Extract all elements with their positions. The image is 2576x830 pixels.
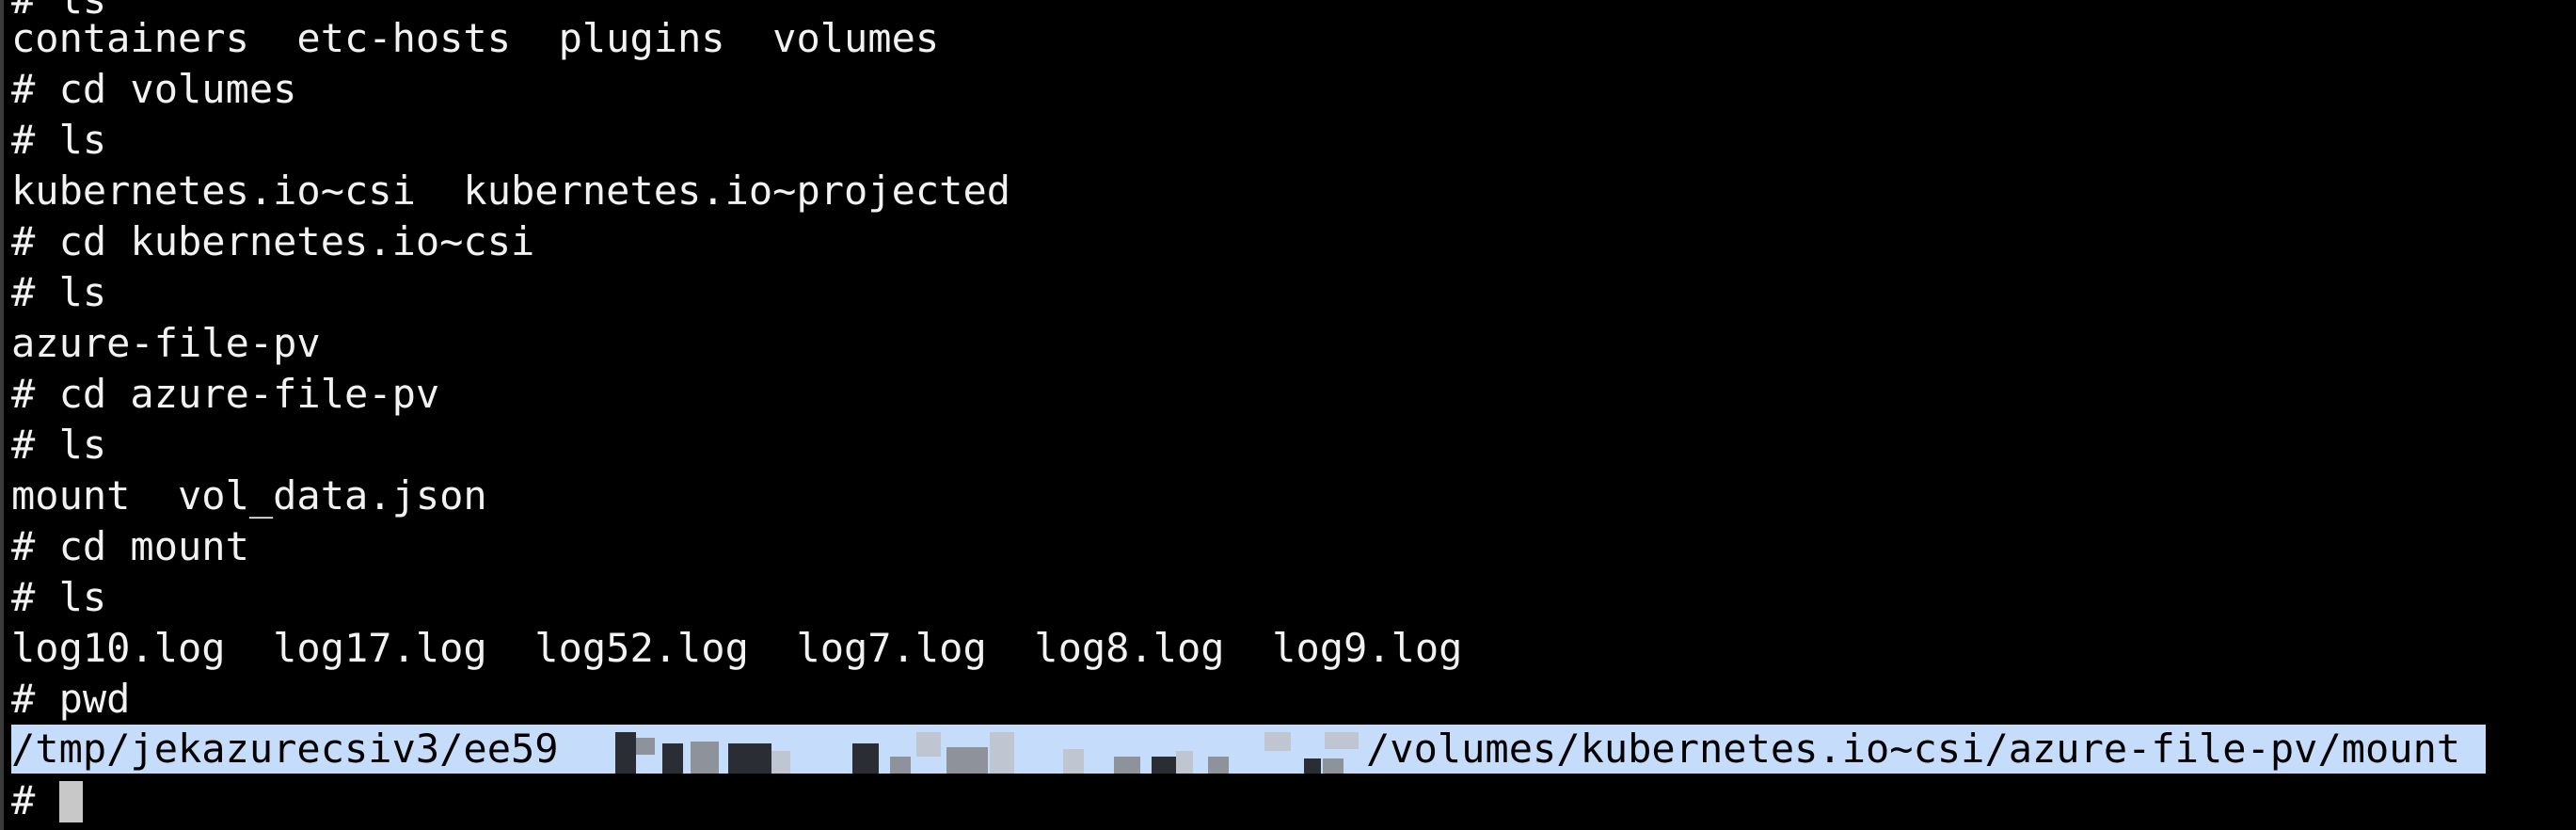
output-line: kubernetes.io~csi kubernetes.io~projecte…	[11, 168, 1011, 214]
command-line: # ls	[11, 422, 107, 468]
redacted-pixelation	[587, 725, 1366, 774]
command-line: # cd volumes	[11, 66, 297, 112]
prompt-line[interactable]: #	[11, 775, 84, 826]
command-line: # ls	[11, 117, 107, 163]
text-cursor	[59, 780, 84, 822]
command-line: # cd kubernetes.io~csi	[11, 218, 535, 264]
command-line: # ls	[11, 574, 107, 620]
prompt-symbol: #	[11, 777, 36, 823]
output-line: mount vol_data.json	[11, 472, 487, 519]
selected-pwd-output[interactable]: /tmp/jekazurecsiv3/ee59 /volumes/kuberne…	[11, 725, 2486, 774]
output-line: log10.log log17.log log52.log log7.log l…	[11, 625, 1463, 671]
pwd-path-suffix: /volumes/kubernetes.io~csi/azure-file-pv…	[1366, 726, 2461, 772]
command-line: # ls	[11, 269, 107, 315]
command-line: # cd azure-file-pv	[11, 371, 440, 417]
pwd-path-prefix: /tmp/jekazurecsiv3/ee59	[11, 726, 559, 772]
terminal-window[interactable]: # ls containers etc-hosts plugins volume…	[0, 0, 2576, 830]
output-line: containers etc-hosts plugins volumes	[11, 15, 940, 61]
command-line: # cd mount	[11, 523, 249, 569]
command-line: # pwd	[11, 676, 131, 722]
output-line: azure-file-pv	[11, 320, 321, 366]
